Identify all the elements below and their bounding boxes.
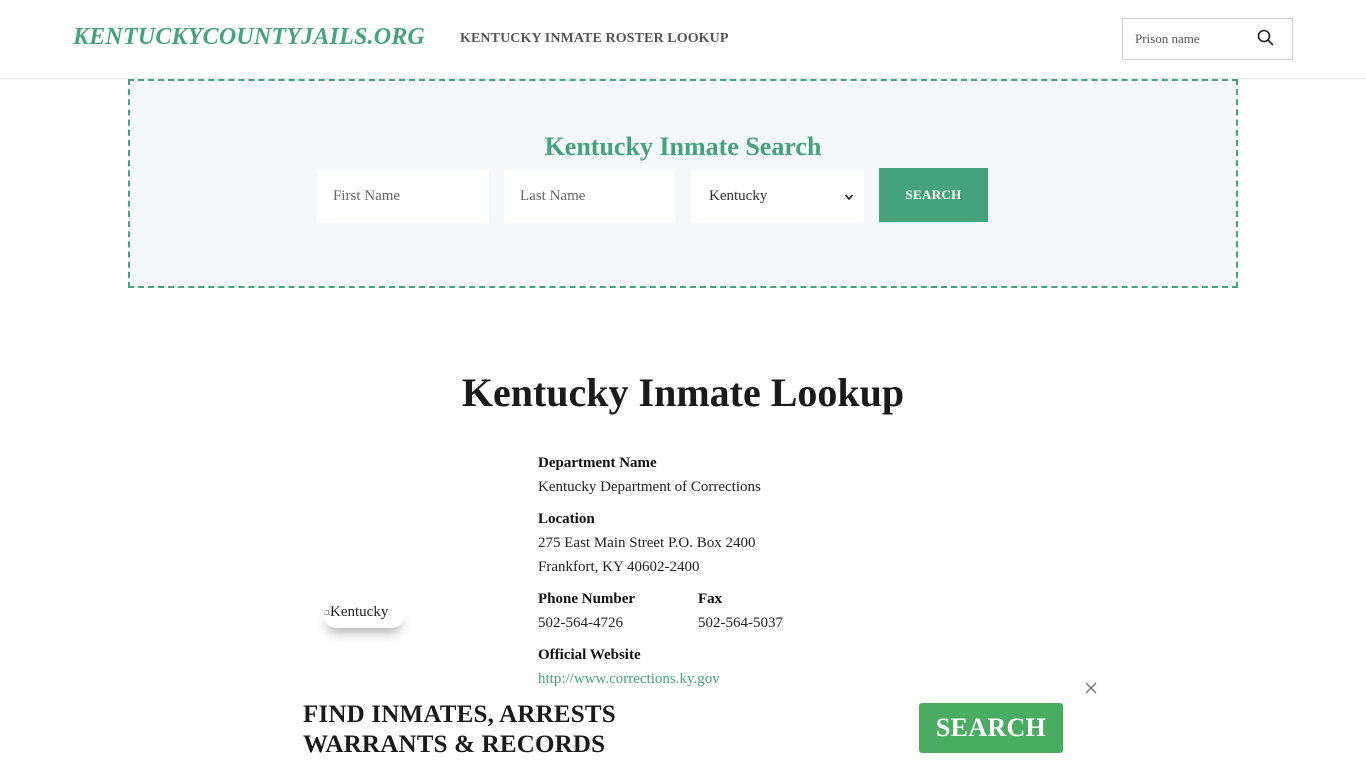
first-name-input[interactable]	[317, 170, 489, 223]
ad-text: FIND INMATES, ARRESTS WARRANTS & RECORDS	[303, 700, 616, 760]
fax-value: 502-564-5037	[698, 615, 783, 631]
inmate-search-panel: Kentucky Inmate Search Kentucky SEARCH	[128, 79, 1238, 288]
site-logo[interactable]: KENTUCKYCOUNTYJAILS.ORG	[73, 24, 425, 51]
broken-image-icon	[324, 610, 329, 616]
location-line1: 275 East Main Street P.O. Box 2400	[538, 535, 756, 551]
search-panel-title: Kentucky Inmate Search	[544, 132, 822, 161]
website-link[interactable]: http://www.corrections.ky.gov	[538, 671, 720, 688]
department-value: Kentucky Department of Corrections	[538, 479, 761, 495]
phone-label: Phone Number	[538, 591, 636, 607]
state-select[interactable]: Kentucky	[691, 170, 864, 223]
fax-label: Fax	[698, 591, 723, 607]
state-select-value: Kentucky	[709, 188, 768, 204]
close-icon[interactable]	[1083, 680, 1099, 696]
location-label: Location	[538, 511, 595, 527]
ad-line1: FIND INMATES, ARRESTS	[303, 701, 616, 728]
state-image: Kentucky	[324, 604, 404, 628]
last-name-input[interactable]	[504, 170, 675, 223]
website-label: Official Website	[538, 647, 641, 663]
search-icon[interactable]	[1256, 28, 1276, 48]
header-search-box	[1122, 18, 1293, 60]
phone-value: 502-564-4726	[538, 615, 623, 631]
prison-name-input[interactable]	[1123, 19, 1251, 59]
chevron-down-icon	[844, 193, 854, 200]
sticky-ad-bar: FIND INMATES, ARRESTS WARRANTS & RECORDS…	[0, 682, 1366, 768]
location-line2: Frankfort, KY 40602-2400	[538, 559, 700, 575]
ad-line2: WARRANTS & RECORDS	[303, 731, 606, 758]
ad-search-button[interactable]: SEARCH	[919, 703, 1063, 753]
nav-roster-lookup[interactable]: KENTUCKY INMATE ROSTER LOOKUP	[460, 31, 729, 47]
state-image-alt: Kentucky	[330, 604, 389, 620]
page-title: Kentucky Inmate Lookup	[461, 370, 905, 415]
inmate-search-button[interactable]: SEARCH	[879, 168, 988, 222]
site-header: KENTUCKYCOUNTYJAILS.ORG KENTUCKY INMATE …	[0, 0, 1366, 79]
department-label: Department Name	[538, 455, 657, 471]
